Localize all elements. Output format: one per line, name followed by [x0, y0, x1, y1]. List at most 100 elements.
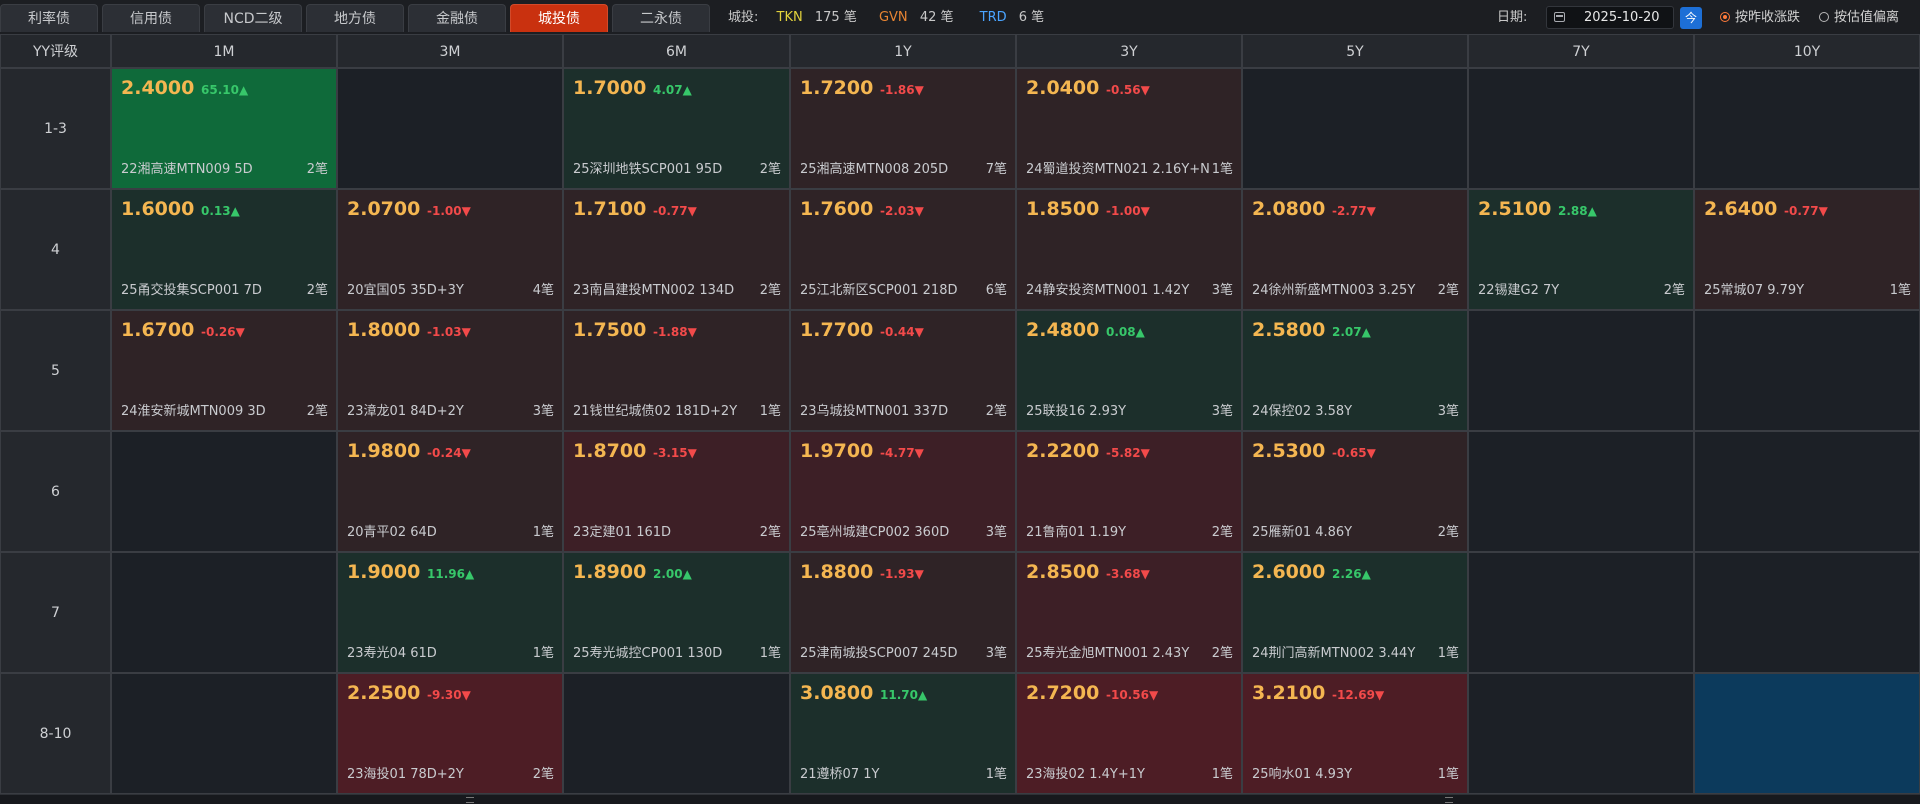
bond-name[interactable]: 23海投01 78D+2Y [347, 763, 464, 782]
matrix-cell[interactable]: 1.7600 -2.03▼ 25江北新区SCP001 218D 6笔 [790, 189, 1016, 310]
column-header[interactable]: 1M [111, 34, 337, 68]
matrix-cell[interactable]: 1.7000 4.07▲ 25深圳地铁SCP001 95D 2笔 [563, 68, 790, 189]
tab-0[interactable]: 利率债 [0, 4, 98, 32]
bond-name[interactable]: 25甬交投集SCP001 7D [121, 279, 262, 298]
column-header[interactable]: 7Y [1468, 34, 1694, 68]
date-picker[interactable]: 2025-10-20 [1546, 6, 1674, 29]
matrix-cell[interactable]: 3.2100 -12.69▼ 25响水01 4.93Y 1笔 [1242, 673, 1468, 794]
bond-name[interactable]: 25寿光金旭MTN001 2.43Y [1026, 642, 1189, 661]
matrix-cell[interactable] [1468, 552, 1694, 673]
date-value[interactable]: 2025-10-20 [1584, 7, 1660, 29]
bond-name[interactable]: 22湘高速MTN009 5D [121, 158, 253, 177]
matrix-cell[interactable]: 2.8500 -3.68▼ 25寿光金旭MTN001 2.43Y 2笔 [1016, 552, 1242, 673]
matrix-cell[interactable] [337, 68, 563, 189]
column-header[interactable]: 1Y [790, 34, 1016, 68]
matrix-cell[interactable]: 1.7200 -1.86▼ 25湘高速MTN008 205D 7笔 [790, 68, 1016, 189]
column-header[interactable]: 10Y [1694, 34, 1920, 68]
tab-3[interactable]: 地方债 [306, 4, 404, 32]
bond-name[interactable]: 25亳州城建CP002 360D [800, 521, 949, 540]
matrix-cell[interactable] [1694, 68, 1920, 189]
bond-name[interactable]: 25寿光城控CP001 130D [573, 642, 722, 661]
column-header[interactable]: 3Y [1016, 34, 1242, 68]
bond-name[interactable]: 25雁新01 4.86Y [1252, 521, 1352, 540]
matrix-cell[interactable]: 2.0800 -2.77▼ 24徐州新盛MTN003 3.25Y 2笔 [1242, 189, 1468, 310]
today-button[interactable]: 今 [1680, 7, 1702, 29]
matrix-cell[interactable]: 2.6400 -0.77▼ 25常城07 9.79Y 1笔 [1694, 189, 1920, 310]
matrix-cell[interactable] [563, 673, 790, 794]
column-header[interactable]: 3M [337, 34, 563, 68]
bond-name[interactable]: 25常城07 9.79Y [1704, 279, 1804, 298]
matrix-cell[interactable]: 1.6000 0.13▲ 25甬交投集SCP001 7D 2笔 [111, 189, 337, 310]
bond-name[interactable]: 24淮安新城MTN009 3D [121, 400, 266, 419]
tab-6[interactable]: 二永债 [612, 4, 710, 32]
matrix-cell[interactable]: 1.7500 -1.88▼ 21钱世纪城债02 181D+2Y 1笔 [563, 310, 790, 431]
matrix-cell[interactable]: 1.9000 11.96▲ 23寿光04 61D 1笔 [337, 552, 563, 673]
radio-unselected-icon[interactable] [1819, 11, 1829, 22]
bond-name[interactable]: 25深圳地铁SCP001 95D [573, 158, 722, 177]
bond-name[interactable]: 23乌城投MTN001 337D [800, 400, 948, 419]
bond-name[interactable]: 23海投02 1.4Y+1Y [1026, 763, 1145, 782]
bond-name[interactable]: 25津南城投SCP007 245D [800, 642, 957, 661]
bond-name[interactable]: 20青平02 64D [347, 521, 437, 540]
matrix-cell[interactable]: 1.8700 -3.15▼ 23定建01 161D 2笔 [563, 431, 790, 552]
matrix-cell[interactable]: 2.4000 65.10▲ 22湘高速MTN009 5D 2笔 [111, 68, 337, 189]
bond-name[interactable]: 24静安投资MTN001 1.42Y [1026, 279, 1189, 298]
bond-name[interactable]: 23南昌建投MTN002 134D [573, 279, 734, 298]
matrix-cell[interactable]: 2.7200 -10.56▼ 23海投02 1.4Y+1Y 1笔 [1016, 673, 1242, 794]
radio-sort-prev-close[interactable]: 按昨收涨跌 [1720, 0, 1800, 35]
bond-name[interactable]: 25响水01 4.93Y [1252, 763, 1352, 782]
matrix-cell[interactable]: 1.7100 -0.77▼ 23南昌建投MTN002 134D 2笔 [563, 189, 790, 310]
bond-name[interactable]: 21钱世纪城债02 181D+2Y [573, 400, 737, 419]
bond-name[interactable]: 24荆门高新MTN002 3.44Y [1252, 642, 1415, 661]
tab-5[interactable]: 城投债 [510, 4, 608, 32]
bond-name[interactable]: 24保控02 3.58Y [1252, 400, 1352, 419]
bond-name[interactable]: 20宜国05 35D+3Y [347, 279, 464, 298]
matrix-cell[interactable]: 2.2500 -9.30▼ 23海投01 78D+2Y 2笔 [337, 673, 563, 794]
calendar-icon[interactable] [1554, 12, 1565, 22]
bond-name[interactable]: 25湘高速MTN008 205D [800, 158, 948, 177]
matrix-cell[interactable] [1694, 431, 1920, 552]
matrix-cell[interactable]: 1.7700 -0.44▼ 23乌城投MTN001 337D 2笔 [790, 310, 1016, 431]
matrix-cell[interactable] [1694, 310, 1920, 431]
matrix-cell[interactable]: 2.0700 -1.00▼ 20宜国05 35D+3Y 4笔 [337, 189, 563, 310]
bond-name[interactable]: 23寿光04 61D [347, 642, 437, 661]
matrix-cell[interactable]: 1.9700 -4.77▼ 25亳州城建CP002 360D 3笔 [790, 431, 1016, 552]
bond-name[interactable]: 22锡建G2 7Y [1478, 279, 1559, 298]
bond-name[interactable]: 23漳龙01 84D+2Y [347, 400, 464, 419]
bond-name[interactable]: 23定建01 161D [573, 521, 671, 540]
matrix-cell[interactable]: 1.8500 -1.00▼ 24静安投资MTN001 1.42Y 3笔 [1016, 189, 1242, 310]
matrix-cell[interactable] [1468, 673, 1694, 794]
bond-name[interactable]: 24蜀道投资MTN021 2.16Y+N [1026, 158, 1210, 177]
bond-name[interactable]: 25江北新区SCP001 218D [800, 279, 957, 298]
matrix-cell[interactable]: 2.5300 -0.65▼ 25雁新01 4.86Y 2笔 [1242, 431, 1468, 552]
matrix-cell[interactable] [1468, 431, 1694, 552]
matrix-cell[interactable] [1468, 310, 1694, 431]
matrix-cell[interactable]: 1.8800 -1.93▼ 25津南城投SCP007 245D 3笔 [790, 552, 1016, 673]
matrix-cell[interactable] [1468, 68, 1694, 189]
bond-name[interactable]: 25联投16 2.93Y [1026, 400, 1126, 419]
bond-name[interactable]: 24徐州新盛MTN003 3.25Y [1252, 279, 1415, 298]
matrix-cell[interactable]: 1.8900 2.00▲ 25寿光城控CP001 130D 1笔 [563, 552, 790, 673]
matrix-cell[interactable]: 2.0400 -0.56▼ 24蜀道投资MTN021 2.16Y+N 1笔 [1016, 68, 1242, 189]
matrix-cell[interactable]: 2.6000 2.26▲ 24荆门高新MTN002 3.44Y 1笔 [1242, 552, 1468, 673]
matrix-cell[interactable]: 2.5100 2.88▲ 22锡建G2 7Y 2笔 [1468, 189, 1694, 310]
matrix-cell[interactable]: 2.2200 -5.82▼ 21鲁南01 1.19Y 2笔 [1016, 431, 1242, 552]
matrix-cell[interactable] [111, 552, 337, 673]
tab-4[interactable]: 金融债 [408, 4, 506, 32]
matrix-cell[interactable] [1242, 68, 1468, 189]
matrix-cell[interactable]: 2.5800 2.07▲ 24保控02 3.58Y 3笔 [1242, 310, 1468, 431]
matrix-cell[interactable] [1694, 552, 1920, 673]
splitter-grip-icon[interactable] [1445, 797, 1453, 803]
tab-2[interactable]: NCD二级 [204, 4, 302, 32]
tab-1[interactable]: 信用债 [102, 4, 200, 32]
matrix-cell[interactable] [111, 673, 337, 794]
matrix-cell[interactable]: 1.8000 -1.03▼ 23漳龙01 84D+2Y 3笔 [337, 310, 563, 431]
radio-sort-valuation[interactable]: 按估值偏离 [1819, 0, 1899, 35]
matrix-cell[interactable]: 1.9800 -0.24▼ 20青平02 64D 1笔 [337, 431, 563, 552]
bond-name[interactable]: 21遵桥07 1Y [800, 763, 879, 782]
matrix-cell[interactable]: 2.4800 0.08▲ 25联投16 2.93Y 3笔 [1016, 310, 1242, 431]
matrix-cell[interactable] [111, 431, 337, 552]
column-header[interactable]: 5Y [1242, 34, 1468, 68]
matrix-cell[interactable] [1694, 673, 1920, 794]
matrix-cell[interactable]: 3.0800 11.70▲ 21遵桥07 1Y 1笔 [790, 673, 1016, 794]
